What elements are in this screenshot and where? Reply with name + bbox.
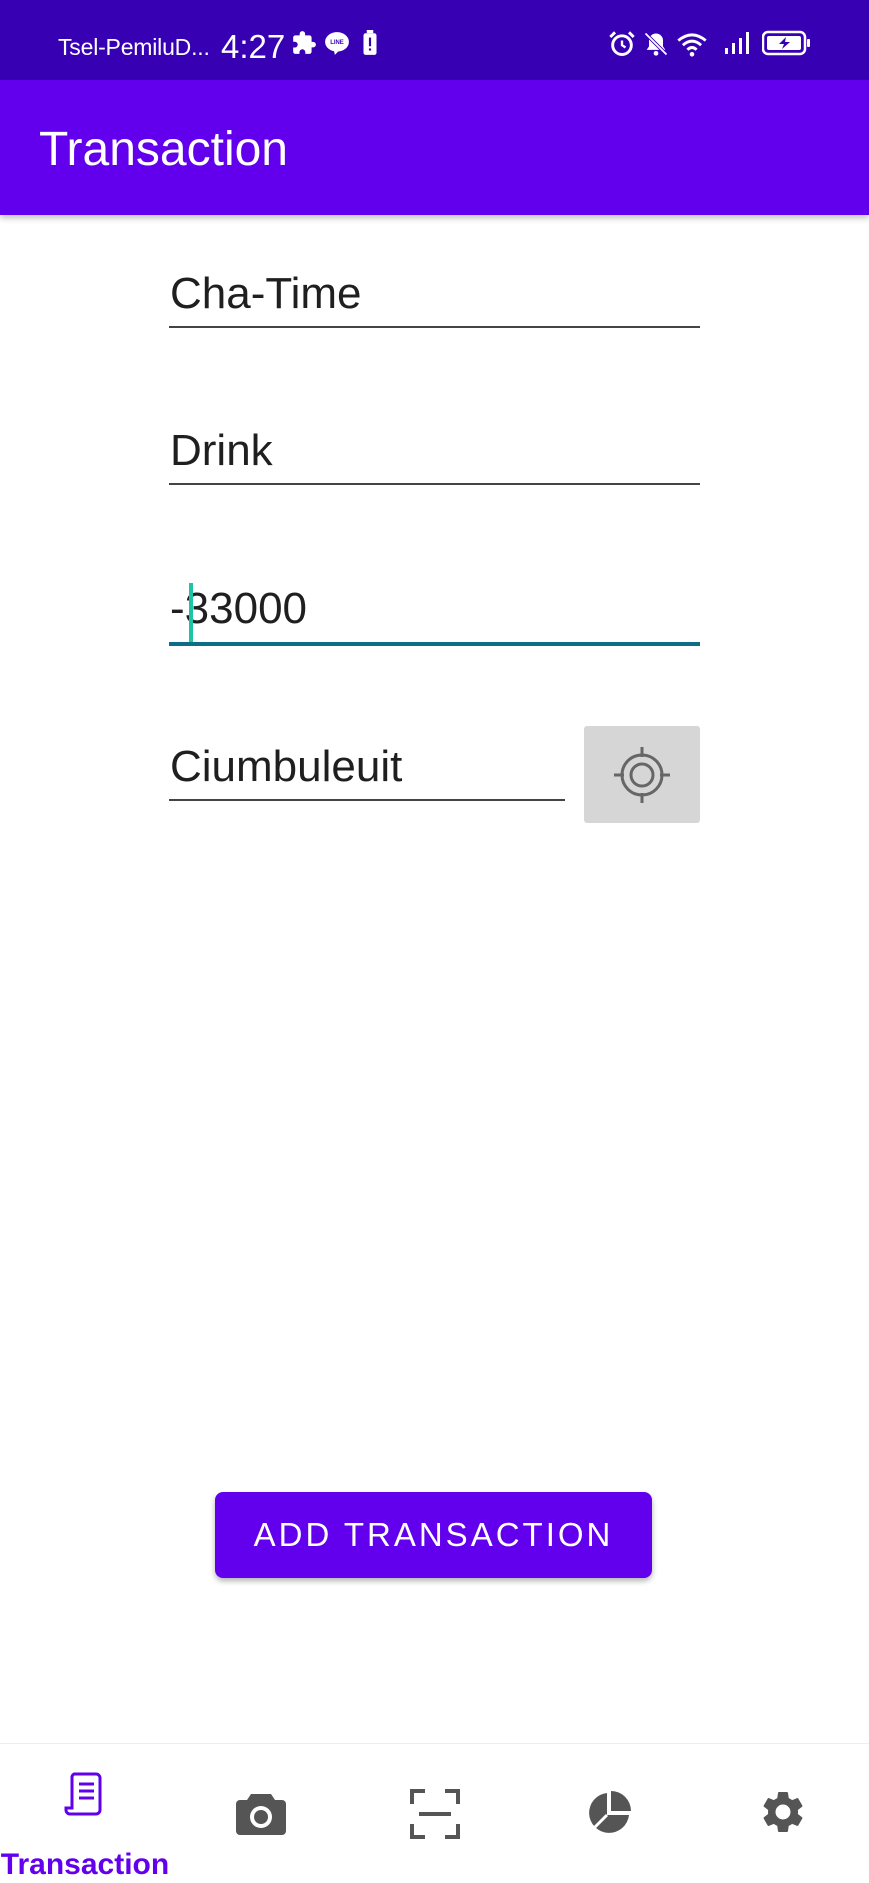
bell-muted-icon [642, 30, 668, 56]
battery-alert-icon [360, 30, 386, 56]
name-field-value: Cha-Time [170, 269, 362, 318]
pie-chart-icon [589, 1791, 631, 1833]
alarm-icon [608, 30, 635, 56]
nav-item-camera[interactable] [174, 1744, 348, 1883]
status-bar: Tsel-PemiluD... 4:27 LINE [0, 0, 869, 80]
gear-icon [763, 1792, 803, 1832]
scan-icon [410, 1789, 460, 1839]
nav-item-settings[interactable] [696, 1744, 869, 1883]
locate-button[interactable] [584, 726, 700, 823]
page-title: Transaction [39, 123, 288, 176]
name-field[interactable]: Cha-Time [169, 266, 700, 328]
nav-item-scan[interactable] [348, 1744, 522, 1883]
crosshair-icon [614, 747, 670, 803]
amount-field[interactable]: -33000 [169, 581, 700, 646]
signal-icon [724, 30, 750, 56]
nav-item-transaction[interactable]: Transaction [0, 1744, 170, 1883]
carrier-name: Tsel-PemiluD... [58, 34, 210, 60]
nav-label-transaction: Transaction [0, 1848, 170, 1881]
category-field-value: Drink [170, 426, 273, 475]
wifi-icon [676, 30, 707, 57]
bottom-navigation: Transaction [0, 1743, 869, 1883]
location-field-value: Ciumbuleuit [170, 742, 403, 791]
line-chat-icon: LINE [324, 30, 350, 56]
text-cursor [189, 583, 193, 642]
receipt-icon [64, 1772, 102, 1816]
app-bar: Transaction [0, 80, 869, 215]
puzzle-icon [291, 30, 317, 56]
svg-text:LINE: LINE [330, 40, 344, 46]
camera-icon [236, 1794, 286, 1835]
status-time: 4:27 [221, 28, 286, 65]
add-transaction-button[interactable]: ADD TRANSACTION [215, 1492, 652, 1578]
battery-charging-icon [761, 30, 812, 56]
nav-item-chart[interactable] [522, 1744, 696, 1883]
location-field[interactable]: Ciumbuleuit [169, 739, 565, 801]
category-field[interactable]: Drink [169, 423, 700, 485]
